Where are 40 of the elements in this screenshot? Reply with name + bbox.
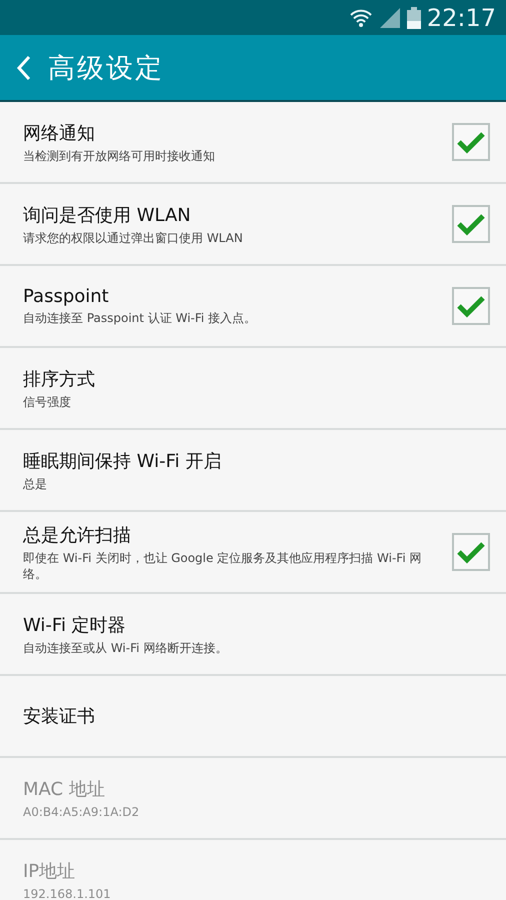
checkmark-icon <box>456 212 486 236</box>
setting-title: Wi-Fi 定时器 <box>23 614 127 636</box>
clock-time: 22:17 <box>426 4 496 32</box>
setting-row[interactable]: 排序方式 信号强度 <box>0 348 506 430</box>
battery-icon <box>406 6 421 28</box>
setting-summary: 信号强度 <box>23 394 72 410</box>
setting-summary: 192.168.1.101 <box>23 886 112 900</box>
setting-summary: A0:B4:A5:A9:1A:D2 <box>23 804 140 820</box>
setting-title: IP地址 <box>23 860 76 882</box>
setting-title: 排序方式 <box>23 368 96 390</box>
setting-title: 总是允许扫描 <box>23 524 132 546</box>
setting-summary: 总是 <box>23 476 48 492</box>
checkmark-icon <box>456 294 486 318</box>
setting-row[interactable]: 总是允许扫描 即使在 Wi-Fi 关闭时，也让 Google 定位服务及其他应用程序扫描 Wi-Fi 网络。 <box>0 512 506 594</box>
setting-title: 询问是否使用 WLAN <box>23 204 192 226</box>
setting-row[interactable]: 睡眠期间保持 Wi-Fi 开启 总是 <box>0 430 506 512</box>
setting-title: MAC 地址 <box>23 778 106 800</box>
setting-row[interactable]: Wi-Fi 定时器 自动连接至或从 Wi-Fi 网络断开连接。 <box>0 594 506 676</box>
signal-icon <box>378 6 401 28</box>
setting-row[interactable]: 安装证书 <box>0 676 506 758</box>
setting-title: 睡眠期间保持 Wi-Fi 开启 <box>23 450 222 472</box>
checkbox[interactable] <box>452 205 490 243</box>
setting-row[interactable]: Passpoint 自动连接至 Passpoint 认证 Wi-Fi 接入点。 <box>0 266 506 348</box>
setting-summary: 自动连接至或从 Wi-Fi 网络断开连接。 <box>23 640 228 656</box>
checkmark-icon <box>456 130 486 154</box>
back-icon <box>16 54 32 80</box>
setting-title: Passpoint <box>23 286 110 307</box>
setting-title: 网络通知 <box>23 122 96 144</box>
checkbox[interactable] <box>452 287 490 325</box>
setting-row[interactable]: 网络通知 当检测到有开放网络可用时接收通知 <box>0 102 506 184</box>
setting-title: 安装证书 <box>23 705 96 728</box>
setting-summary: 请求您的权限以通过弹出窗口使用 WLAN <box>23 230 244 246</box>
checkbox[interactable] <box>452 123 490 161</box>
checkbox[interactable] <box>452 533 490 571</box>
setting-summary: 自动连接至 Passpoint 认证 Wi-Fi 接入点。 <box>23 310 258 326</box>
checkmark-icon <box>456 540 486 564</box>
setting-summary: 当检测到有开放网络可用时接收通知 <box>23 148 216 164</box>
setting-summary: 即使在 Wi-Fi 关闭时，也让 Google 定位服务及其他应用程序扫描 Wi-Fi 网络。 <box>23 550 422 582</box>
setting-row[interactable]: 询问是否使用 WLAN 请求您的权限以通过弹出窗口使用 WLAN <box>0 184 506 266</box>
screen-title: 高级设定 <box>48 52 164 86</box>
